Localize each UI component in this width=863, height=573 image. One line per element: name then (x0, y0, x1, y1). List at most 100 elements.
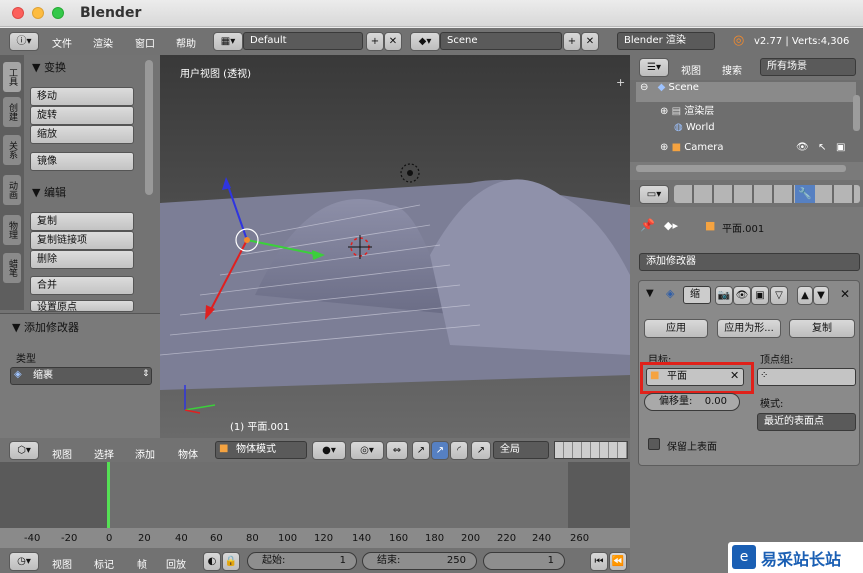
transform-orientation-select[interactable]: 全局 (493, 441, 549, 459)
edit-panel-header[interactable]: ▼ 编辑 (32, 184, 66, 200)
move-button[interactable]: 移动 (30, 87, 134, 106)
frame-start-field[interactable]: 起始: 1 (247, 552, 357, 570)
viewport-plus-icon[interactable]: + (616, 76, 625, 89)
record-icon[interactable]: ◐ (203, 552, 221, 571)
outliner-item-renderlayers[interactable]: ⊕ ▤ 渲染层 (636, 102, 856, 122)
outliner-editor-type-button[interactable]: ☰▾ (639, 58, 669, 77)
offset-field[interactable]: 偏移量: 0.00 (644, 393, 740, 411)
frame-end-field[interactable]: 结束: 250 (362, 552, 477, 570)
remove-layout-icon[interactable]: ✕ (384, 32, 402, 51)
outliner-menu-search[interactable]: 搜索 (722, 62, 742, 77)
expand-icon[interactable]: ⊕ (660, 142, 668, 153)
menu-render[interactable]: 渲染 (93, 35, 113, 50)
view3d-menu-object[interactable]: 物体 (178, 446, 198, 461)
rotate-manipulator[interactable]: ↗ (431, 441, 449, 460)
modifier-type-select[interactable]: 缩裹 (10, 367, 152, 385)
add-scene-icon[interactable]: + (563, 32, 581, 51)
outliner-vscrollbar[interactable] (853, 95, 860, 131)
add-modifier-select[interactable]: 添加修改器 (639, 253, 860, 271)
jump-prev-icon[interactable]: ⏪ (609, 552, 627, 571)
modifier-move-down-icon[interactable]: ▼ (813, 286, 829, 305)
minimize-window-button[interactable] (32, 7, 44, 19)
tab-tools[interactable]: 工具 (3, 62, 21, 92)
duplicate-linked-button[interactable]: 复制链接项 (30, 231, 134, 250)
keep-above-checkbox[interactable] (648, 438, 660, 450)
collapse-icon[interactable]: ⊖ (640, 82, 648, 93)
menu-file[interactable]: 文件 (52, 35, 72, 50)
wrap-mode-select[interactable]: 最近的表面点 (757, 413, 856, 431)
pin-icon[interactable]: 📌 (640, 218, 655, 232)
modifier-tab-wrench-icon[interactable]: 🔧 (795, 185, 815, 203)
tab-animation[interactable]: 动画 (3, 175, 21, 205)
timeline-menu-view[interactable]: 视图 (52, 556, 72, 571)
close-window-button[interactable] (12, 7, 24, 19)
shading-select[interactable]: ●▾ (312, 441, 346, 460)
current-frame-field[interactable]: 1 (483, 552, 565, 570)
properties-editor-type-button[interactable]: ▭▾ (639, 185, 669, 204)
modifier-move-up-icon[interactable]: ▲ (797, 286, 813, 305)
join-button[interactable]: 合并 (30, 276, 134, 295)
scene-selector-button[interactable]: ◆▾ (410, 32, 440, 51)
menu-window[interactable]: 窗口 (135, 35, 155, 50)
layout-name-field[interactable]: Default (243, 32, 363, 50)
vertex-group-field[interactable] (757, 368, 856, 386)
scene-name-field[interactable]: Scene (440, 32, 562, 50)
maximize-window-button[interactable] (52, 7, 64, 19)
view3d-editor-type-button[interactable]: ⬡▾ (9, 441, 39, 460)
lock-icon[interactable]: 🔒 (222, 552, 240, 571)
jump-start-icon[interactable]: ⏮ (590, 552, 608, 571)
duplicate-button[interactable]: 复制 (30, 212, 134, 231)
rotate-button[interactable]: 旋转 (30, 106, 134, 125)
view3d-menu-select[interactable]: 选择 (94, 446, 114, 461)
timeline-menu-frame[interactable]: 帧 (137, 556, 147, 571)
apply-button[interactable]: 应用 (644, 319, 708, 338)
modifier-name-field[interactable]: 缩 (683, 286, 711, 304)
tool-shelf-scrollbar[interactable] (145, 60, 153, 195)
tab-physics[interactable]: 物理 (3, 215, 21, 245)
add-layout-icon[interactable]: + (366, 32, 384, 51)
timeline-menu-marker[interactable]: 标记 (94, 556, 114, 571)
layout-selector-button[interactable]: ▦▾ (213, 32, 243, 51)
translate-manipulator[interactable]: ↗ (412, 441, 430, 460)
3d-viewport[interactable] (160, 55, 630, 438)
outliner-menu-view[interactable]: 视图 (681, 62, 701, 77)
selectable-cursor-icon[interactable]: ↖ (818, 142, 826, 153)
mirror-button[interactable]: 镜像 (30, 152, 134, 171)
operator-panel-header[interactable]: ▼ 添加修改器 (12, 319, 79, 335)
copy-modifier-button[interactable]: 复制 (789, 319, 855, 338)
modifier-remove-icon[interactable]: ✕ (840, 287, 850, 301)
clear-target-icon[interactable]: ✕ (730, 369, 739, 382)
modifier-collapse-icon[interactable]: ▼ (646, 288, 654, 299)
editor-type-button[interactable]: ⓘ▾ (9, 32, 39, 51)
timeline-frame-cursor[interactable] (107, 462, 110, 530)
visibility-eye-icon[interactable]: 👁 (796, 142, 809, 153)
modifier-render-toggle[interactable]: 📷 (715, 286, 733, 305)
apply-as-shape-button[interactable]: 应用为形... (717, 319, 781, 338)
layer-buttons[interactable] (554, 441, 628, 459)
remove-scene-icon[interactable]: ✕ (581, 32, 599, 51)
view3d-menu-add[interactable]: 添加 (135, 446, 155, 461)
scale-button[interactable]: 缩放 (30, 125, 134, 144)
properties-context-tabs[interactable] (674, 185, 860, 203)
outliner-item-scene[interactable]: ⊖ ◆ Scene (636, 82, 856, 102)
tab-relations[interactable]: 关系 (3, 135, 21, 165)
tab-create[interactable]: 创建 (3, 97, 21, 127)
tab-grease-pencil[interactable]: 蜡笔 (3, 253, 21, 283)
interaction-mode-select[interactable]: 物体模式 (215, 441, 307, 459)
timeline-editor-type-button[interactable]: ◷▾ (9, 552, 39, 571)
render-engine-select[interactable]: Blender 渲染 (617, 32, 715, 50)
modifier-editmode-toggle[interactable]: ▣ (751, 286, 769, 305)
delete-button[interactable]: 删除 (30, 250, 134, 269)
outliner-filter-select[interactable]: 所有场景 (760, 58, 856, 76)
outliner-item-camera[interactable]: ⊕ ■ Camera 👁 ↖ ▣ (636, 142, 856, 162)
transform-panel-header[interactable]: ▼ 变换 (32, 59, 66, 75)
expand-icon[interactable]: ⊕ (660, 106, 668, 117)
set-origin-button[interactable]: 设置原点 (30, 300, 134, 312)
manipulator-toggle[interactable]: ⇔ (386, 441, 408, 460)
view3d-menu-view[interactable]: 视图 (52, 446, 72, 461)
renderable-camera-icon[interactable]: ▣ (836, 142, 845, 153)
modifier-viewport-toggle[interactable]: 👁 (733, 286, 751, 305)
outliner-item-world[interactable]: ◍ World (636, 122, 856, 142)
menu-help[interactable]: 帮助 (176, 35, 196, 50)
modifier-cage-toggle[interactable]: ▽ (770, 286, 788, 305)
